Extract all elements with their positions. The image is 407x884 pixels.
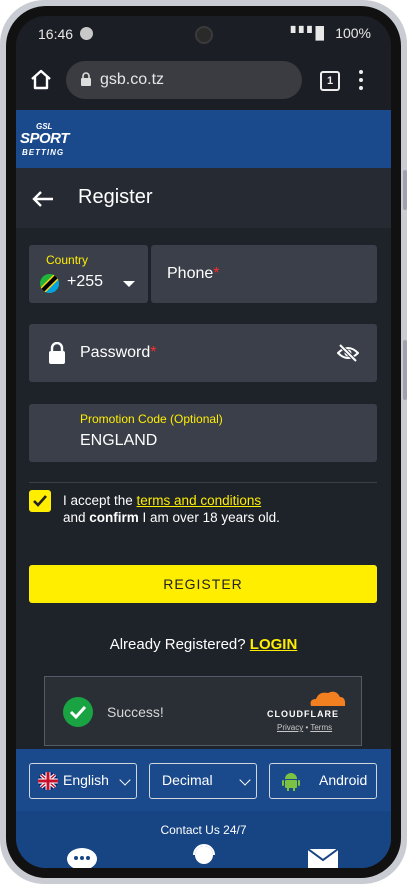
promo-code-label: Promotion Code (Optional) bbox=[80, 412, 223, 426]
spotify-icon bbox=[80, 27, 93, 40]
more-menu-icon[interactable] bbox=[358, 70, 364, 90]
battery-level: 100% bbox=[335, 25, 371, 41]
home-icon[interactable] bbox=[30, 68, 52, 90]
android-icon bbox=[282, 773, 300, 791]
chevron-down-icon bbox=[239, 774, 251, 786]
terms-link[interactable]: terms and conditions bbox=[137, 493, 262, 508]
success-check-icon bbox=[63, 697, 93, 727]
privacy-link[interactable]: Privacy bbox=[277, 723, 303, 732]
tab-switcher-button[interactable]: 1 bbox=[320, 71, 340, 91]
promo-code-value: ENGLAND bbox=[80, 432, 158, 449]
terms-link-captcha[interactable]: Terms bbox=[310, 723, 332, 732]
back-arrow-icon[interactable] bbox=[32, 190, 54, 208]
android-label: Android bbox=[319, 772, 368, 788]
language-value: English bbox=[63, 772, 109, 788]
odds-format-value: Decimal bbox=[162, 772, 213, 788]
address-bar[interactable]: gsb.co.tz bbox=[66, 61, 302, 99]
language-select[interactable]: English bbox=[29, 763, 137, 799]
volume-button bbox=[403, 170, 407, 210]
register-button[interactable]: REGISTER bbox=[29, 565, 377, 603]
phone-field[interactable]: Phone* bbox=[151, 245, 377, 303]
support-agent-icon[interactable] bbox=[192, 843, 216, 868]
cloudflare-cloud-icon bbox=[310, 691, 346, 706]
promo-code-field[interactable]: Promotion Code (Optional) ENGLAND bbox=[29, 404, 377, 462]
browser-toolbar: gsb.co.tz 1 bbox=[16, 50, 391, 110]
site-header: GSL SPORT BETTING bbox=[16, 110, 391, 168]
already-registered-text: Already Registered? LOGIN bbox=[109, 636, 298, 653]
tanzania-flag-icon bbox=[40, 274, 59, 293]
uk-flag-icon bbox=[38, 772, 58, 790]
cloudflare-brand: CLOUDFLARE bbox=[267, 709, 339, 719]
login-link[interactable]: LOGIN bbox=[250, 636, 298, 653]
signal-icon: ▘▘▘█ bbox=[290, 26, 324, 40]
site-logo[interactable]: GSL SPORT BETTING bbox=[20, 122, 84, 162]
contact-heading: Contact Us 24/7 bbox=[160, 823, 247, 837]
terms-checkbox[interactable] bbox=[29, 490, 51, 512]
country-label: Country bbox=[46, 253, 89, 267]
eye-off-icon[interactable] bbox=[337, 343, 359, 363]
chat-icon[interactable] bbox=[66, 845, 98, 868]
camera-hole bbox=[195, 26, 213, 44]
padlock-icon bbox=[49, 342, 65, 364]
password-placeholder: Password* bbox=[80, 344, 157, 361]
status-time: 16:46 bbox=[38, 26, 74, 42]
password-field[interactable]: Password* bbox=[29, 324, 377, 382]
phone-placeholder: Phone* bbox=[167, 265, 220, 282]
screen: 16:46 ▘▘▘█ 100% gsb.co.tz 1 GSL SPORT BE… bbox=[16, 16, 391, 868]
android-app-button[interactable]: Android bbox=[269, 763, 377, 799]
url-text: gsb.co.tz bbox=[100, 71, 165, 88]
divider bbox=[29, 482, 377, 483]
captcha-widget[interactable]: Success! CLOUDFLARE Privacy • Terms bbox=[44, 676, 362, 746]
phone-frame: 16:46 ▘▘▘█ 100% gsb.co.tz 1 GSL SPORT BE… bbox=[0, 0, 407, 884]
country-select[interactable]: Country +255 bbox=[29, 245, 148, 303]
footer: Contact Us 24/7 bbox=[16, 811, 391, 868]
page-title: Register bbox=[78, 186, 153, 208]
mail-icon[interactable] bbox=[308, 847, 338, 868]
register-header: Register bbox=[16, 168, 391, 228]
lock-icon bbox=[81, 72, 91, 86]
country-code: +255 bbox=[67, 273, 104, 290]
power-button bbox=[403, 340, 407, 400]
terms-text: I accept the terms and conditions and co… bbox=[63, 493, 280, 525]
chevron-down-icon bbox=[119, 774, 131, 786]
status-bar: 16:46 ▘▘▘█ 100% bbox=[16, 16, 391, 50]
captcha-status: Success! bbox=[107, 704, 164, 720]
captcha-links: Privacy • Terms bbox=[277, 723, 333, 732]
chevron-down-icon bbox=[123, 281, 135, 287]
odds-format-select[interactable]: Decimal bbox=[149, 763, 257, 799]
